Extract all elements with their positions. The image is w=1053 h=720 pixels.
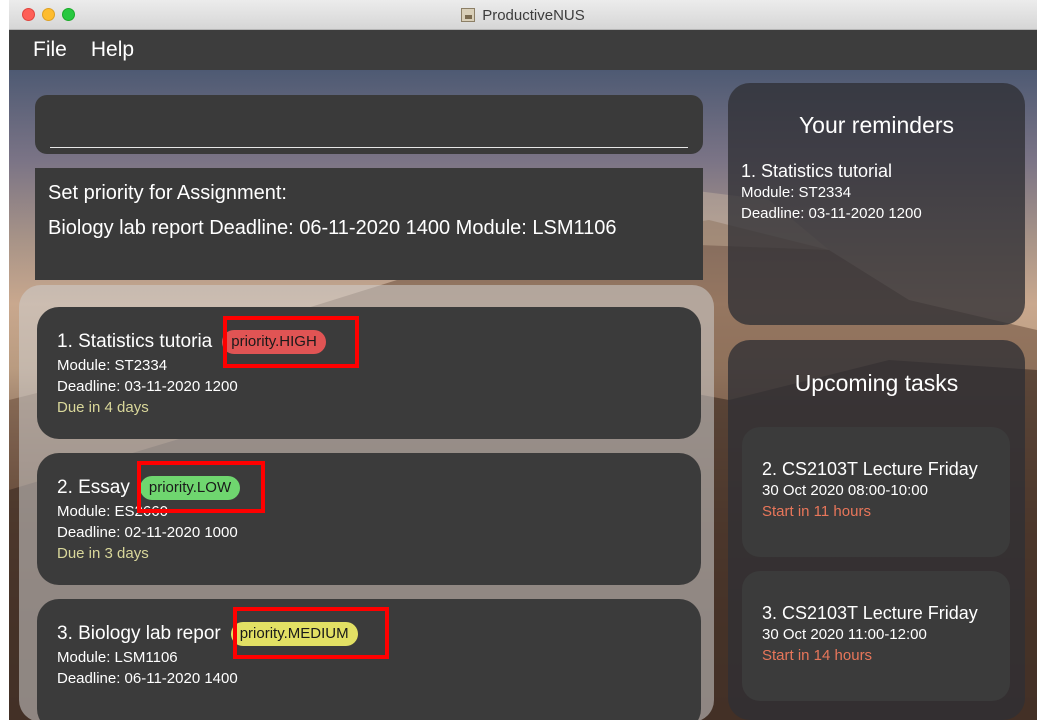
task-due: Due in 4 days (57, 399, 149, 416)
window-title-group: ProductiveNUS (9, 0, 1037, 30)
priority-highlight-box (223, 316, 359, 368)
upcoming-title: 2. CS2103T Lecture Friday (762, 459, 978, 479)
upcoming-start: Start in 14 hours (762, 647, 873, 664)
title-bar: ProductiveNUS (9, 0, 1037, 30)
menu-bar: File Help (9, 30, 1037, 70)
task-deadline: Deadline: 02-11-2020 1000 (57, 524, 238, 541)
priority-highlight-box (137, 461, 265, 513)
result-line-2: Biology lab report Deadline: 06-11-2020 … (48, 217, 617, 239)
result-line-1: Set priority for Assignment: (48, 182, 287, 204)
task-title: 2. Essay (57, 477, 130, 498)
reminders-panel: Your reminders 1. Statistics tutorial Mo… (728, 83, 1025, 325)
upcoming-card[interactable]: 2. CS2103T Lecture Friday 30 Oct 2020 08… (742, 427, 1010, 557)
window-title: ProductiveNUS (482, 6, 585, 24)
command-input-underline (50, 147, 688, 148)
reminder-deadline: Deadline: 03-11-2020 1200 (741, 205, 922, 222)
app-window: ProductiveNUS File Help Set priority for… (9, 0, 1037, 720)
menu-file[interactable]: File (33, 38, 67, 62)
upcoming-time: 30 Oct 2020 08:00-10:00 (762, 482, 928, 499)
task-title-row: 1. Statistics tutoria priority.HIGH (57, 329, 681, 355)
task-title: 3. Biology lab repor (57, 623, 221, 644)
task-card[interactable]: 1. Statistics tutoria priority.HIGH Modu… (37, 307, 701, 439)
menu-help[interactable]: Help (91, 38, 134, 62)
upcoming-start: Start in 11 hours (762, 503, 871, 520)
task-list-panel: 1. Statistics tutoria priority.HIGH Modu… (19, 285, 714, 720)
task-title: 1. Statistics tutoria (57, 331, 213, 352)
reminders-heading: Your reminders (798, 112, 955, 138)
task-deadline: Deadline: 03-11-2020 1200 (57, 378, 238, 395)
upcoming-card[interactable]: 3. CS2103T Lecture Friday 30 Oct 2020 11… (742, 571, 1010, 701)
task-deadline: Deadline: 06-11-2020 1400 (57, 670, 238, 687)
app-icon (461, 8, 476, 22)
reminder-item[interactable]: 1. Statistics tutorial Module: ST2334 De… (741, 161, 1025, 224)
main-content: Set priority for Assignment: Biology lab… (9, 70, 1037, 720)
reminder-title: 1. Statistics tutorial (741, 161, 893, 181)
result-display: Set priority for Assignment: Biology lab… (35, 168, 703, 280)
task-due: Due in 3 days (57, 545, 149, 562)
command-box[interactable] (35, 95, 703, 154)
upcoming-time: 30 Oct 2020 11:00-12:00 (762, 626, 927, 643)
priority-highlight-box (233, 607, 389, 659)
upcoming-heading: Upcoming tasks (794, 370, 959, 396)
upcoming-panel: Upcoming tasks 2. CS2103T Lecture Friday… (728, 340, 1025, 720)
reminder-module: Module: ST2334 (741, 184, 852, 201)
task-module: Module: ST2334 (57, 357, 168, 374)
upcoming-title: 3. CS2103T Lecture Friday (762, 603, 978, 623)
